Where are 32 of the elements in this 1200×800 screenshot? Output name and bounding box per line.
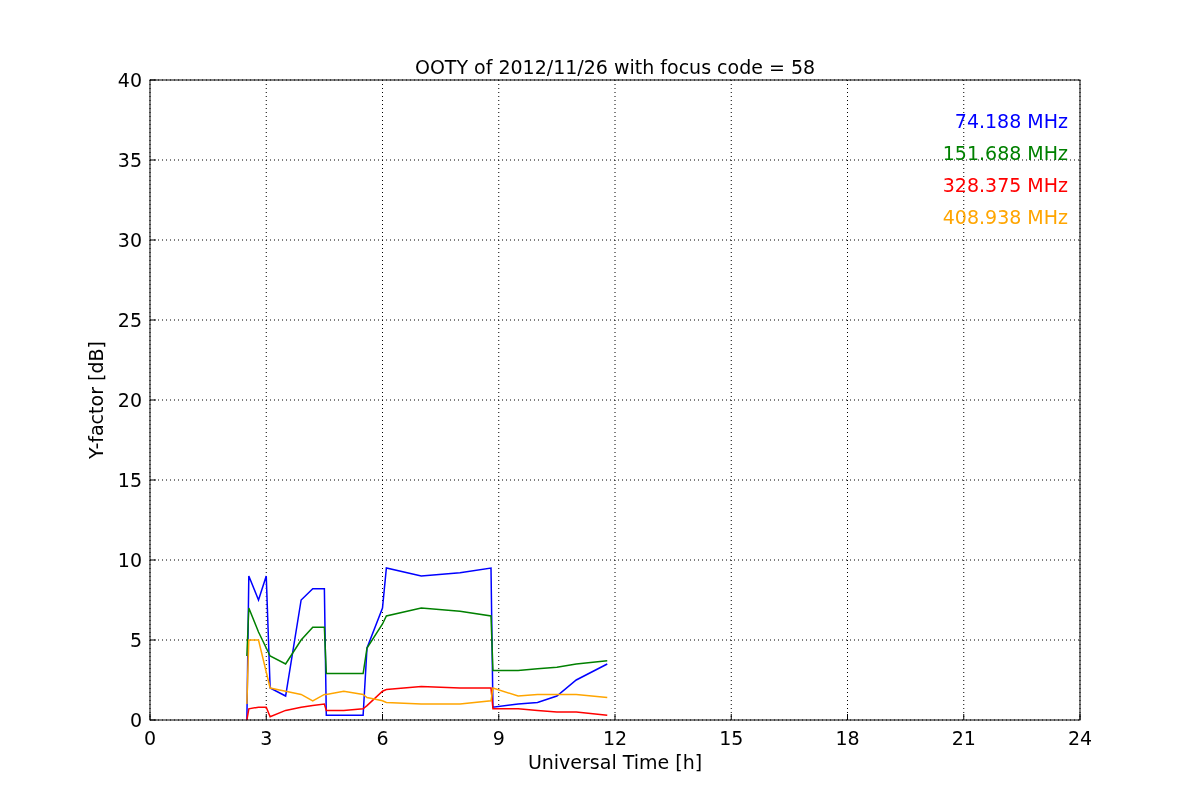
x-tick-label: 3 xyxy=(260,727,273,749)
y-tick-label: 35 xyxy=(117,149,142,171)
x-tick-label: 12 xyxy=(602,727,628,749)
tick-mark xyxy=(149,559,157,561)
y-tick-label: 15 xyxy=(117,469,142,491)
x-axis-label: Universal Time [h] xyxy=(527,751,703,773)
legend-label: 328.375 MHz xyxy=(942,174,1068,196)
legend-label: 151.688 MHz xyxy=(942,142,1068,164)
y-tick-label: 40 xyxy=(117,69,142,91)
x-tick-label: 18 xyxy=(835,727,860,749)
x-tick-label: 24 xyxy=(1067,727,1093,749)
legend-label: 74.188 MHz xyxy=(954,110,1068,132)
tick-mark xyxy=(149,239,157,241)
y-tick-label: 25 xyxy=(117,309,142,331)
x-tick-label: 15 xyxy=(719,727,744,749)
chart-title: OOTY of 2012/11/26 with focus code = 58 xyxy=(414,56,816,78)
legend-label: 408.938 MHz xyxy=(942,206,1068,228)
tick-mark xyxy=(149,639,157,641)
x-tick-label: 21 xyxy=(951,727,976,749)
tick-mark xyxy=(149,159,157,161)
tick-mark xyxy=(149,319,157,321)
x-tick-label: 0 xyxy=(143,727,157,749)
y-axis-label: Y-factor [dB] xyxy=(85,341,107,459)
tick-mark xyxy=(149,399,157,401)
y-tick-label: 5 xyxy=(129,629,142,651)
y-tick-label: 30 xyxy=(117,229,142,251)
y-tick-label: 20 xyxy=(117,389,142,411)
y-tick-label: 0 xyxy=(129,709,142,731)
tick-mark xyxy=(149,479,157,481)
x-tick-label: 6 xyxy=(376,727,389,749)
x-tick-label: 9 xyxy=(492,727,505,749)
y-tick-label: 10 xyxy=(117,549,142,571)
